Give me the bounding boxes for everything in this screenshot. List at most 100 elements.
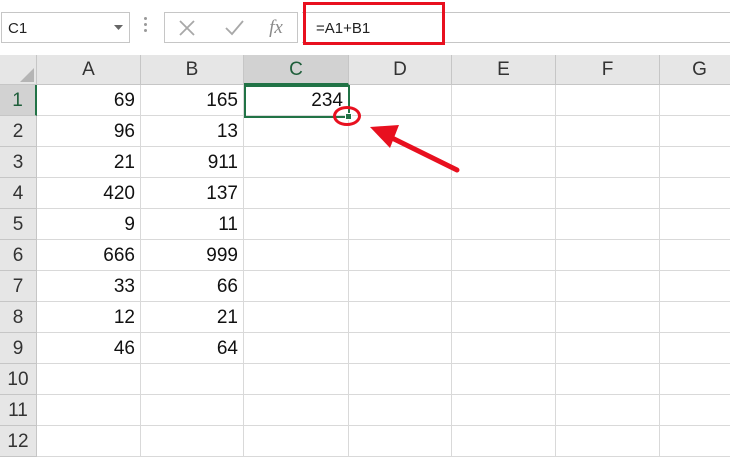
cell-f8[interactable] — [556, 302, 660, 333]
cell-a8[interactable]: 12 — [37, 302, 141, 333]
cell-d7[interactable] — [349, 271, 452, 302]
row-header-6[interactable]: 6 — [0, 240, 37, 271]
cell-c12[interactable] — [244, 426, 349, 457]
cell-e7[interactable] — [452, 271, 556, 302]
cell-d4[interactable] — [349, 178, 452, 209]
column-header-g[interactable]: G — [660, 55, 730, 85]
cell-g4[interactable] — [660, 178, 730, 209]
column-header-d[interactable]: D — [349, 55, 452, 85]
row-header-11[interactable]: 11 — [0, 395, 37, 426]
column-header-b[interactable]: B — [141, 55, 244, 85]
cell-d9[interactable] — [349, 333, 452, 364]
row-header-3[interactable]: 3 — [0, 147, 37, 178]
cell-a4[interactable]: 420 — [37, 178, 141, 209]
cell-f3[interactable] — [556, 147, 660, 178]
cell-b4[interactable]: 137 — [141, 178, 244, 209]
cell-c4[interactable] — [244, 178, 349, 209]
cell-b9[interactable]: 64 — [141, 333, 244, 364]
cell-b3[interactable]: 911 — [141, 147, 244, 178]
cell-a3[interactable]: 21 — [37, 147, 141, 178]
cell-d5[interactable] — [349, 209, 452, 240]
cell-a10[interactable] — [37, 364, 141, 395]
cell-b10[interactable] — [141, 364, 244, 395]
cell-g10[interactable] — [660, 364, 730, 395]
row-header-8[interactable]: 8 — [0, 302, 37, 333]
cell-e1[interactable] — [452, 85, 556, 116]
row-header-12[interactable]: 12 — [0, 426, 37, 457]
chevron-down-icon[interactable] — [114, 25, 123, 31]
cell-f12[interactable] — [556, 426, 660, 457]
cell-c11[interactable] — [244, 395, 349, 426]
cell-c5[interactable] — [244, 209, 349, 240]
cell-c3[interactable] — [244, 147, 349, 178]
cancel-icon[interactable] — [175, 17, 199, 39]
cell-f9[interactable] — [556, 333, 660, 364]
cell-d2[interactable] — [349, 116, 452, 147]
cell-b6[interactable]: 999 — [141, 240, 244, 271]
cell-b5[interactable]: 11 — [141, 209, 244, 240]
cell-g1[interactable] — [660, 85, 730, 116]
cell-e10[interactable] — [452, 364, 556, 395]
column-header-a[interactable]: A — [37, 55, 141, 85]
cell-e11[interactable] — [452, 395, 556, 426]
cell-c6[interactable] — [244, 240, 349, 271]
cell-d10[interactable] — [349, 364, 452, 395]
cell-c10[interactable] — [244, 364, 349, 395]
row-header-4[interactable]: 4 — [0, 178, 37, 209]
cell-a9[interactable]: 46 — [37, 333, 141, 364]
cell-g7[interactable] — [660, 271, 730, 302]
cell-c2[interactable] — [244, 116, 349, 147]
cell-e5[interactable] — [452, 209, 556, 240]
cell-b8[interactable]: 21 — [141, 302, 244, 333]
cell-f6[interactable] — [556, 240, 660, 271]
column-header-f[interactable]: F — [556, 55, 660, 85]
cell-g12[interactable] — [660, 426, 730, 457]
row-header-1[interactable]: 1 — [0, 85, 37, 116]
column-header-c[interactable]: C — [244, 55, 349, 85]
row-header-2[interactable]: 2 — [0, 116, 37, 147]
cell-a2[interactable]: 96 — [37, 116, 141, 147]
cell-d6[interactable] — [349, 240, 452, 271]
row-header-10[interactable]: 10 — [0, 364, 37, 395]
cell-g2[interactable] — [660, 116, 730, 147]
cell-f5[interactable] — [556, 209, 660, 240]
cell-e3[interactable] — [452, 147, 556, 178]
cell-g11[interactable] — [660, 395, 730, 426]
column-header-e[interactable]: E — [452, 55, 556, 85]
cell-g9[interactable] — [660, 333, 730, 364]
cell-a7[interactable]: 33 — [37, 271, 141, 302]
cell-d11[interactable] — [349, 395, 452, 426]
cell-g3[interactable] — [660, 147, 730, 178]
cell-a12[interactable] — [37, 426, 141, 457]
cell-c7[interactable] — [244, 271, 349, 302]
select-all-corner[interactable] — [0, 55, 37, 85]
cell-a1[interactable]: 69 — [37, 85, 141, 116]
formula-bar-resize-handle[interactable] — [144, 17, 148, 39]
cell-d1[interactable] — [349, 85, 452, 116]
cell-f10[interactable] — [556, 364, 660, 395]
cell-d12[interactable] — [349, 426, 452, 457]
cell-c8[interactable] — [244, 302, 349, 333]
cell-f7[interactable] — [556, 271, 660, 302]
row-header-7[interactable]: 7 — [0, 271, 37, 302]
cell-f2[interactable] — [556, 116, 660, 147]
cell-e9[interactable] — [452, 333, 556, 364]
cell-b1[interactable]: 165 — [141, 85, 244, 116]
row-header-5[interactable]: 5 — [0, 209, 37, 240]
cell-d3[interactable] — [349, 147, 452, 178]
cell-g5[interactable] — [660, 209, 730, 240]
cell-e8[interactable] — [452, 302, 556, 333]
cell-e6[interactable] — [452, 240, 556, 271]
cell-f1[interactable] — [556, 85, 660, 116]
cell-b12[interactable] — [141, 426, 244, 457]
cell-f4[interactable] — [556, 178, 660, 209]
cell-a11[interactable] — [37, 395, 141, 426]
insert-function-button[interactable]: fx — [264, 17, 288, 39]
cell-c9[interactable] — [244, 333, 349, 364]
enter-check-icon[interactable] — [222, 17, 246, 39]
cell-b11[interactable] — [141, 395, 244, 426]
cell-b7[interactable]: 66 — [141, 271, 244, 302]
row-header-9[interactable]: 9 — [0, 333, 37, 364]
cell-a6[interactable]: 666 — [37, 240, 141, 271]
name-box[interactable]: C1 — [1, 12, 130, 43]
